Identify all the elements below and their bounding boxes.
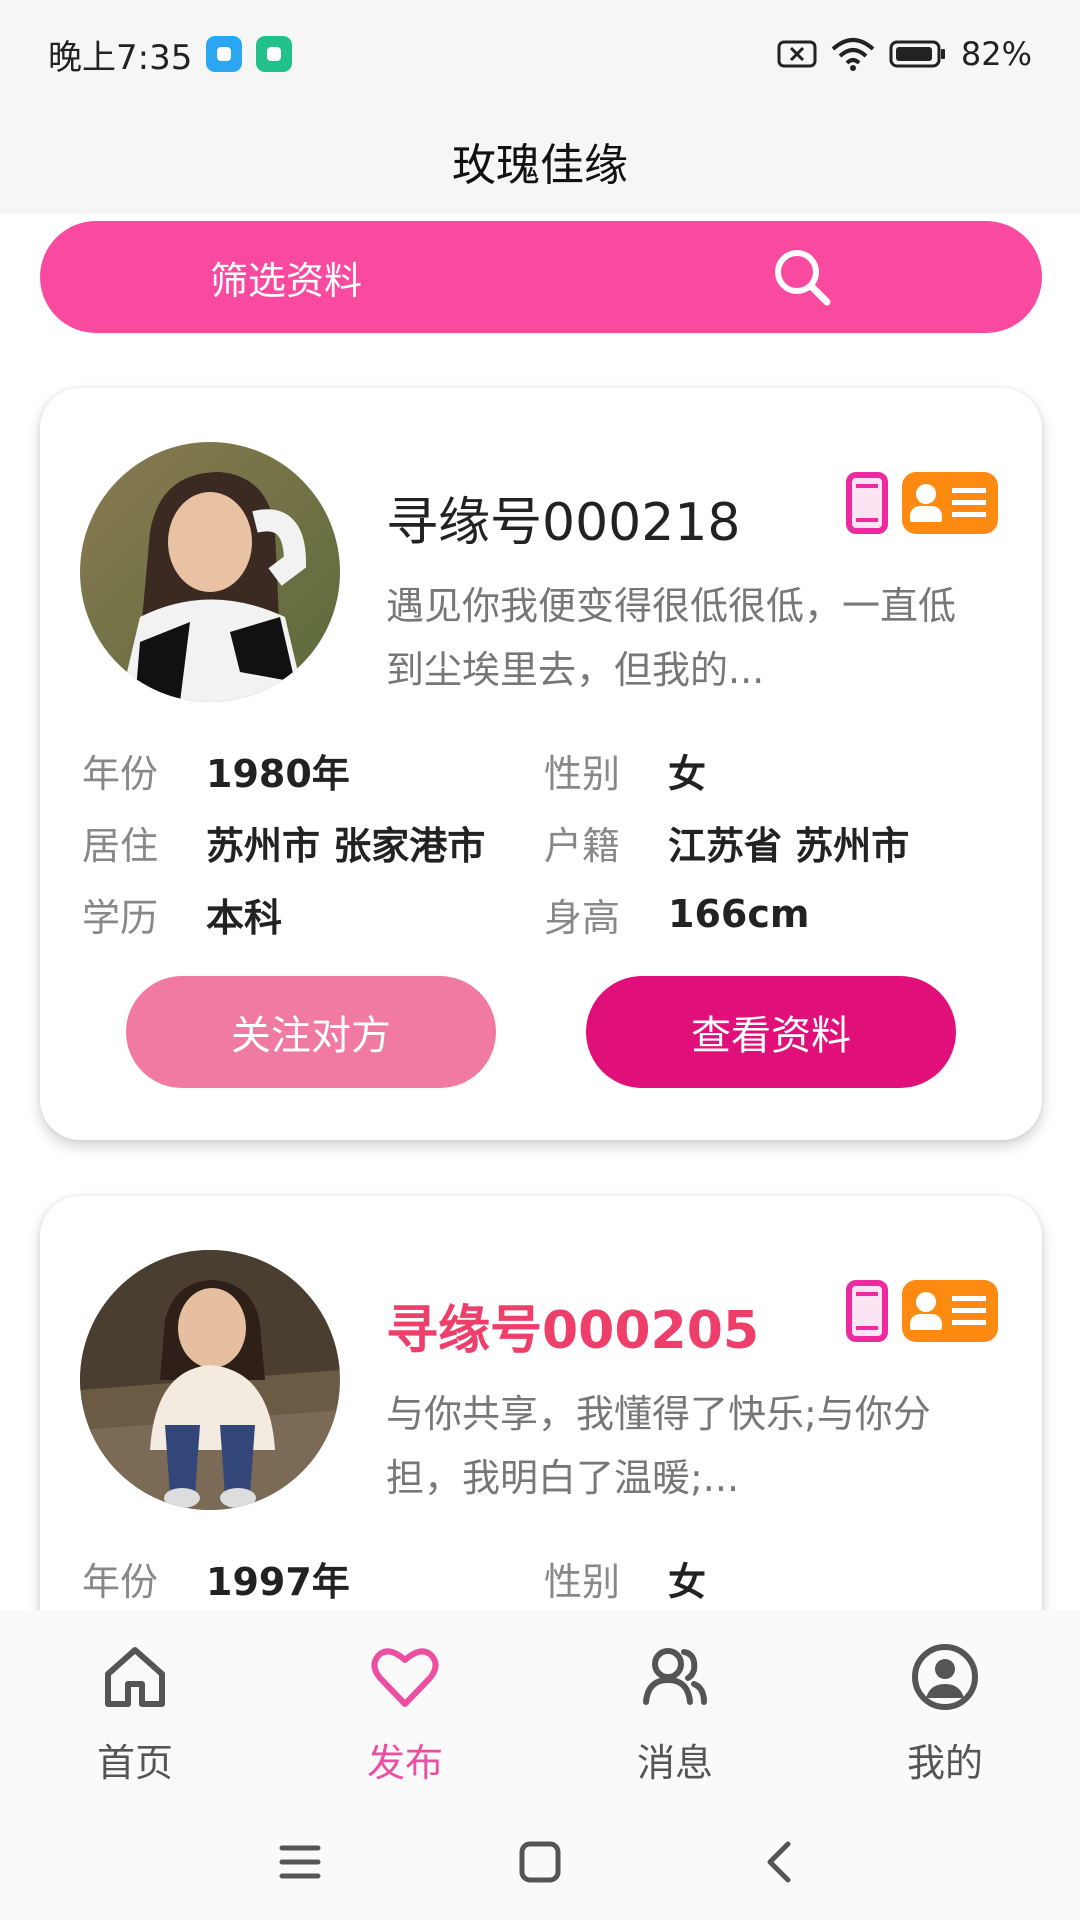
wifi-icon [831,38,875,71]
id-verified-icon [902,1280,998,1342]
nav-item-home[interactable]: 首页 [35,1640,235,1787]
info-label: 年份 [82,1559,159,1604]
nav-label: 首页 [96,1741,173,1785]
follow-button[interactable]: 关注对方 [126,976,496,1088]
nav-label: 我的 [906,1741,983,1785]
bottom-nav: 首页 发布 消息 我的 [0,1610,1080,1804]
info-value: 苏州市 张家港市 [206,823,486,868]
info-item: 性别 女 [544,734,1002,806]
back-icon[interactable] [750,1832,810,1892]
profile-id: 寻缘号000218 [386,493,741,553]
view-profile-button[interactable]: 查看资料 [586,976,956,1088]
system-nav-bar [0,1804,1080,1920]
profile-icon [912,1644,978,1710]
heart-icon [371,1648,439,1707]
menu-icon[interactable] [270,1832,330,1892]
app-green-icon [256,36,293,72]
status-bar: 晚上7:35 82% [0,0,1080,108]
status-right: 82% [777,35,1032,73]
info-item: 性别 女 [544,1542,1002,1614]
battery-percent: 82% [960,35,1032,73]
info-item: 学历 本科 [82,878,544,950]
info-item: 身高 166cm [544,878,1002,950]
filter-label: 筛选资料 [210,258,363,303]
info-value: 本科 [206,895,283,940]
info-value: 1980年 [206,751,350,796]
profile-info: 年份 1997年 性别 女 [82,1542,1002,1614]
users-icon [643,1648,707,1705]
info-item: 年份 1997年 [82,1542,544,1614]
info-label: 性别 [544,751,621,796]
avatar[interactable] [80,442,340,702]
info-value: 1997年 [206,1559,350,1604]
profile-id: 寻缘号000205 [386,1301,760,1361]
profile-card[interactable]: 寻缘号000218 遇见你我便变得很低很低，一直低到尘埃里去，但我的... 年份… [40,388,1042,1140]
battery-icon [889,40,945,68]
page-title: 玫瑰佳缘 [452,140,628,191]
info-label: 性别 [544,1559,621,1604]
filter-search-bar[interactable]: 筛选资料 [40,221,1042,333]
verification-badges [846,1280,998,1342]
sim-off-icon [777,40,817,68]
nav-item-messages[interactable]: 消息 [575,1640,775,1787]
home-icon [105,1647,165,1707]
verification-badges [846,472,998,534]
info-item: 年份 1980年 [82,734,544,806]
status-left: 晚上7:35 [48,30,293,79]
nav-label: 消息 [636,1741,713,1785]
status-time: 晚上7:35 [48,37,193,78]
info-value: 女 [668,1559,707,1604]
nav-item-mine[interactable]: 我的 [845,1640,1045,1787]
info-label: 学历 [82,895,159,940]
profile-info: 年份 1980年 性别 女 居住 苏州市 张家港市 户籍 江苏省 苏州市 学历 … [82,734,1002,950]
profile-description: 与你共享，我懂得了快乐;与你分担，我明白了温暖;... [386,1392,931,1500]
nav-item-publish[interactable]: 发布 [305,1640,505,1787]
info-item: 户籍 江苏省 苏州市 [544,806,1002,878]
id-verified-icon [902,472,998,534]
phone-verified-icon [846,472,888,534]
nav-label: 发布 [366,1741,443,1785]
home-square-icon[interactable] [510,1832,570,1892]
info-label: 户籍 [544,823,621,868]
avatar[interactable] [80,1250,340,1510]
title-bar: 玫瑰佳缘 [0,108,1080,214]
card-actions: 关注对方 查看资料 [126,976,956,1088]
info-value: 女 [668,751,707,796]
info-label: 身高 [544,895,621,940]
info-value: 江苏省 苏州市 [668,823,910,868]
info-item: 居住 苏州市 张家港市 [82,806,544,878]
profile-description: 遇见你我便变得很低很低，一直低到尘埃里去，但我的... [386,584,957,692]
search-icon[interactable] [772,247,832,307]
info-value: 166cm [668,892,810,936]
info-label: 居住 [82,823,159,868]
phone-verified-icon [846,1280,888,1342]
app-blue-icon [206,36,243,72]
info-label: 年份 [82,751,159,796]
